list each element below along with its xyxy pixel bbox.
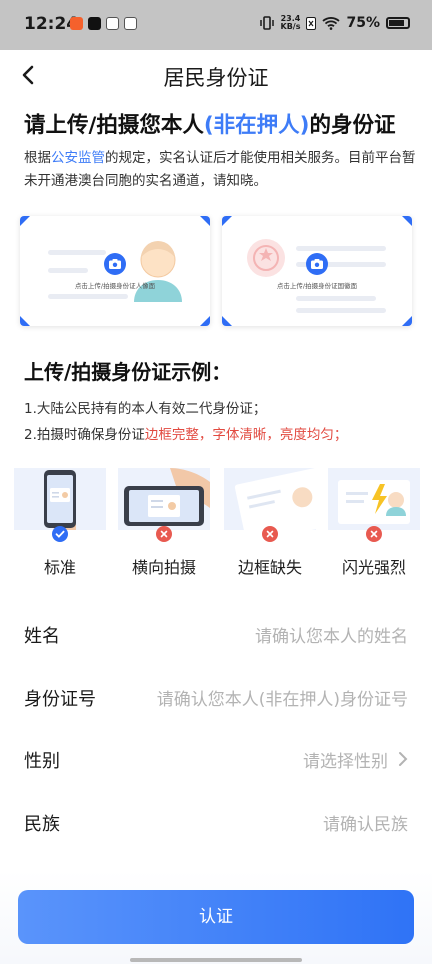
frame-corner: [222, 216, 232, 226]
id-number-row: 身份证号 请确认您本人(非在押人)身份证号: [0, 679, 432, 719]
police-regulation-link[interactable]: 公安监管: [51, 150, 105, 166]
nav-bar: 居民身份证: [0, 50, 432, 100]
rule-2: 2.拍摄时确保身份证边框完整，字体清晰，亮度均匀；: [24, 423, 347, 443]
cropped-card-illustration: [234, 468, 316, 530]
rule-2-highlight: 边框完整，字体清晰，亮度均匀；: [144, 427, 348, 443]
placeholder-line: [296, 246, 386, 251]
placeholder-line: [48, 250, 106, 255]
gender-select[interactable]: 请选择性别: [303, 747, 388, 772]
headline-highlight: (非在押人): [203, 113, 310, 138]
id-back-upload[interactable]: 点击上传/拍摄身份证国徽面: [222, 216, 412, 326]
placeholder-line: [296, 308, 386, 313]
frame-corner: [200, 316, 210, 326]
examples-title: 上传/拍摄身份证示例：: [24, 360, 232, 384]
example-images: 标准 横向拍摄 边框缺失 闪光强烈: [14, 468, 420, 578]
example-strong-flash-label: 闪光强烈: [341, 558, 406, 577]
example-horizontal-image: [118, 468, 210, 530]
back-upload-label: 点击上传/拍摄身份证国徽面: [276, 282, 358, 290]
horizontal-phone-illustration: [124, 468, 210, 526]
wifi-icon: [322, 17, 341, 30]
frame-corner: [222, 316, 232, 326]
status-right: 23.4 KB/s 75%: [259, 15, 410, 31]
net-speed: 23.4 KB/s: [281, 15, 301, 31]
placeholder-line: [296, 296, 376, 301]
rule-2-prefix: 2.拍摄时确保身份证: [24, 427, 145, 443]
placeholder-line: [48, 294, 128, 299]
portrait-avatar-icon: [134, 241, 182, 302]
national-emblem-icon: [247, 239, 285, 277]
ethnicity-input[interactable]: 请确认民族: [323, 810, 408, 835]
camera-button[interactable]: [306, 253, 328, 275]
example-border-missing-badge: [262, 526, 278, 542]
close-icon: [370, 530, 378, 538]
id-number-label: 身份证号: [24, 689, 96, 710]
gender-label: 性别: [24, 751, 60, 772]
notification-icons: [70, 17, 137, 30]
example-horizontal-badge: [156, 526, 172, 542]
home-indicator: [130, 958, 302, 962]
frame-corner: [20, 316, 30, 326]
id-front-upload[interactable]: 点击上传/拍摄身份证人像面: [20, 216, 210, 326]
frame-corner: [402, 316, 412, 326]
example-standard-image: [14, 468, 106, 530]
close-icon: [160, 530, 168, 538]
ethnicity-label: 民族: [24, 814, 60, 835]
example-border-missing-label: 边框缺失: [237, 558, 302, 577]
net-speed-unit: KB/s: [280, 22, 301, 31]
phone-holding-illustration: [44, 470, 76, 530]
front-upload-label: 点击上传/拍摄身份证人像面: [74, 282, 156, 290]
app-notification-icon: [70, 17, 83, 30]
headline-prefix: 请上传/拍摄您本人: [24, 113, 204, 138]
notice-part1: 根据: [24, 150, 51, 166]
example-horizontal-label: 横向拍摄: [131, 558, 196, 577]
frame-corner: [200, 216, 210, 226]
tiktok-icon: [88, 17, 101, 30]
frame-corner: [402, 216, 412, 226]
camera-icon: [109, 259, 121, 269]
camera-icon: [311, 259, 323, 269]
battery-percent: 75%: [346, 15, 380, 31]
chevron-right-icon: [399, 752, 408, 766]
name-input[interactable]: 请确认您本人的姓名: [255, 622, 408, 647]
check-icon: [55, 530, 65, 538]
name-row: 姓名 请确认您本人的姓名: [0, 616, 432, 656]
placeholder-line: [48, 268, 88, 273]
close-icon: [266, 530, 274, 538]
battery-icon: [386, 17, 410, 29]
notice-text: 根据公安监管的规定，实名认证后才能使用相关服务。目前平台暂未开通港澳台同胞的实名…: [24, 147, 416, 193]
upload-headline: 请上传/拍摄您本人(非在押人)的身份证: [24, 108, 396, 139]
gender-row[interactable]: 性别 请选择性别: [0, 741, 432, 781]
example-standard-label: 标准: [43, 558, 76, 577]
example-strong-flash-badge: [366, 526, 382, 542]
example-border-missing-image: [224, 468, 316, 530]
status-bar: 12:24 23.4 KB/s 75%: [0, 0, 432, 50]
camera-button[interactable]: [104, 253, 126, 275]
sim-icon: [306, 16, 317, 30]
id-number-input[interactable]: 请确认您本人(非在押人)身份证号: [157, 685, 408, 710]
mail-icon: [106, 17, 119, 30]
page-title: 居民身份证: [163, 66, 269, 90]
rule-1: 1.大陆公民持有的本人有效二代身份证；: [24, 401, 267, 417]
gallery-icon: [124, 17, 137, 30]
frame-corner: [20, 216, 30, 226]
example-standard-badge: [52, 526, 68, 542]
ethnicity-row: 民族 请确认民族: [0, 804, 432, 844]
name-label: 姓名: [24, 626, 60, 647]
submit-button[interactable]: 认证: [18, 890, 414, 944]
headline-suffix: 的身份证: [309, 113, 396, 138]
example-strong-flash-image: [328, 468, 420, 530]
flash-card-illustration: [338, 480, 410, 524]
vibrate-icon: [259, 16, 274, 30]
